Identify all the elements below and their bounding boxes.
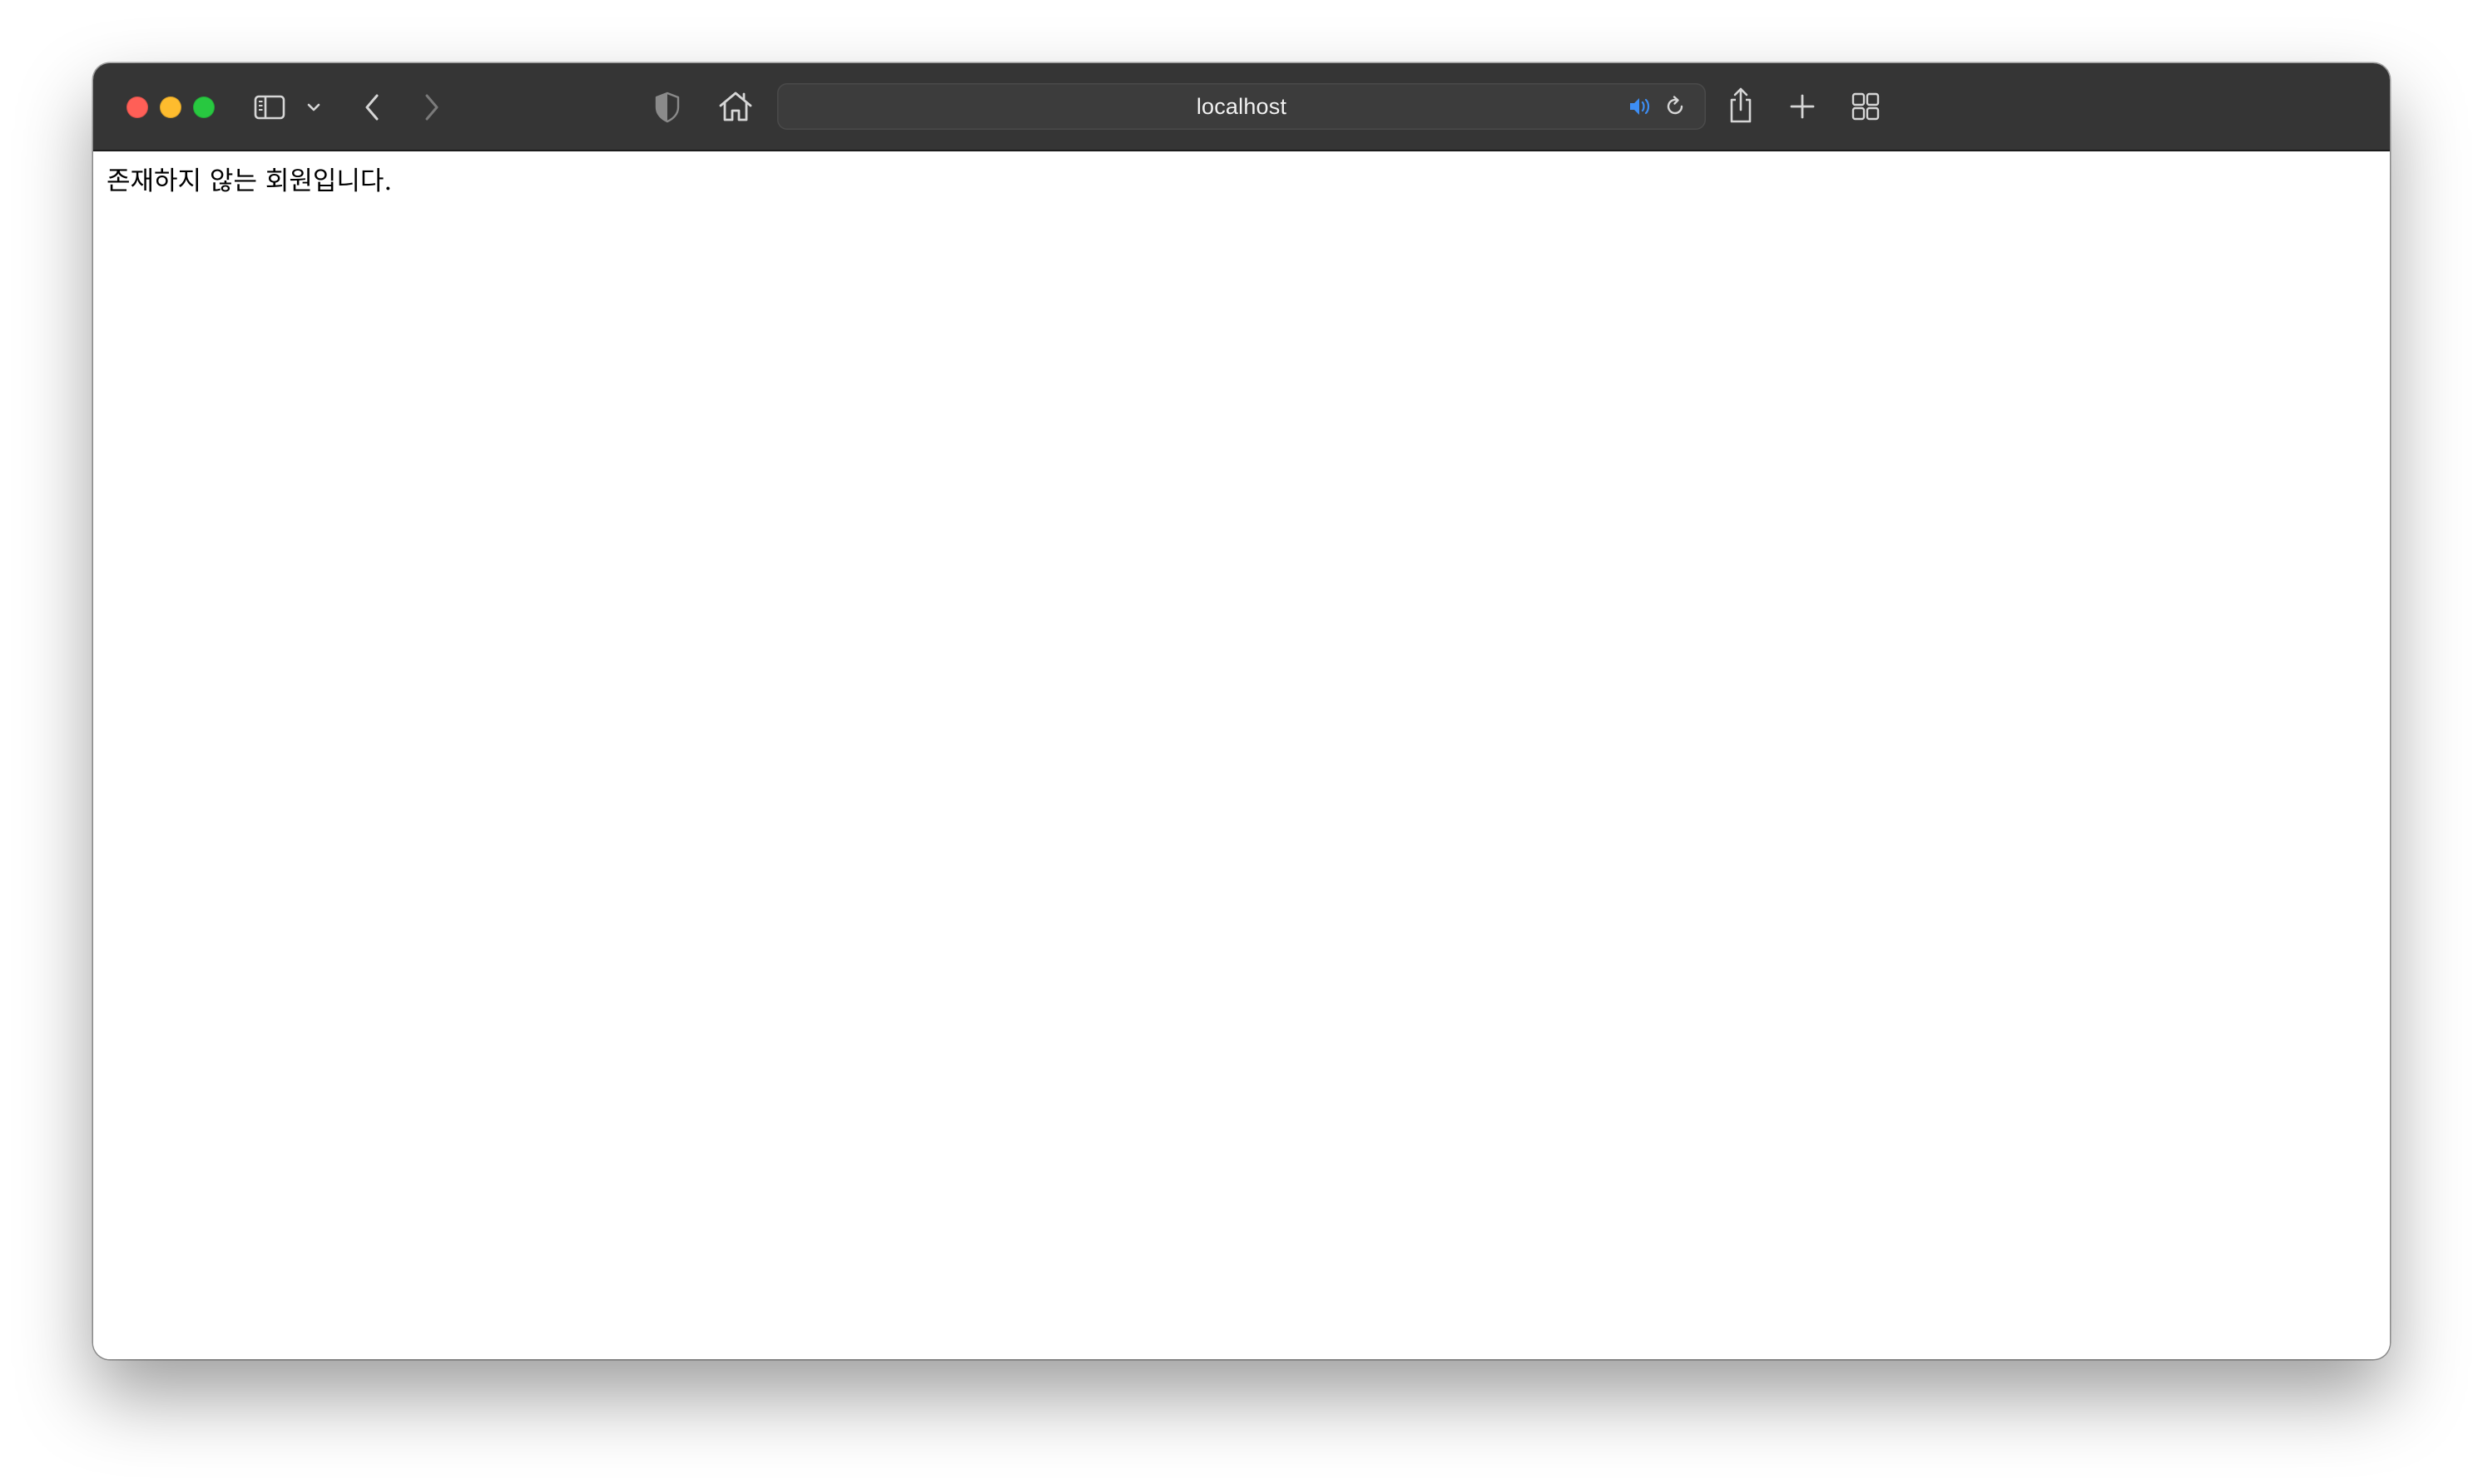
plus-icon: [1790, 94, 1815, 119]
chevron-down-icon: [307, 103, 320, 111]
page-content: 존재하지 않는 회원입니다.: [93, 151, 2390, 1359]
chevron-left-icon: [365, 94, 379, 121]
chevron-right-icon: [425, 94, 439, 121]
back-button[interactable]: [358, 88, 388, 126]
browser-toolbar: localhost: [93, 63, 2390, 151]
home-button[interactable]: [716, 87, 756, 126]
reload-icon: [1667, 96, 1683, 115]
speaker-icon: [1630, 98, 1650, 115]
privacy-report-button[interactable]: [651, 88, 684, 126]
browser-window: localhost 존재하지 않는 회원입니다.: [93, 63, 2390, 1359]
new-tab-button[interactable]: [1786, 90, 1819, 123]
address-url: localhost: [1196, 94, 1287, 119]
audio-toggle-button[interactable]: [1628, 95, 1654, 118]
sidebar-icon: [254, 95, 285, 120]
close-window-button[interactable]: [126, 96, 148, 118]
share-icon: [1730, 87, 1752, 123]
home-icon: [719, 92, 752, 121]
grid-icon: [1851, 92, 1880, 121]
shield-icon: [655, 92, 680, 123]
reload-button[interactable]: [1663, 94, 1688, 119]
tab-overview-button[interactable]: [1849, 90, 1882, 123]
minimize-window-button[interactable]: [160, 96, 181, 118]
sidebar-menu-button[interactable]: [303, 96, 325, 118]
address-bar[interactable]: localhost: [777, 83, 1706, 130]
share-button[interactable]: [1724, 85, 1757, 126]
zoom-window-button[interactable]: [193, 96, 215, 118]
sidebar-toggle-button[interactable]: [253, 91, 286, 124]
forward-button[interactable]: [416, 88, 446, 126]
member-not-found-message: 존재하지 않는 회원입니다.: [107, 166, 393, 196]
